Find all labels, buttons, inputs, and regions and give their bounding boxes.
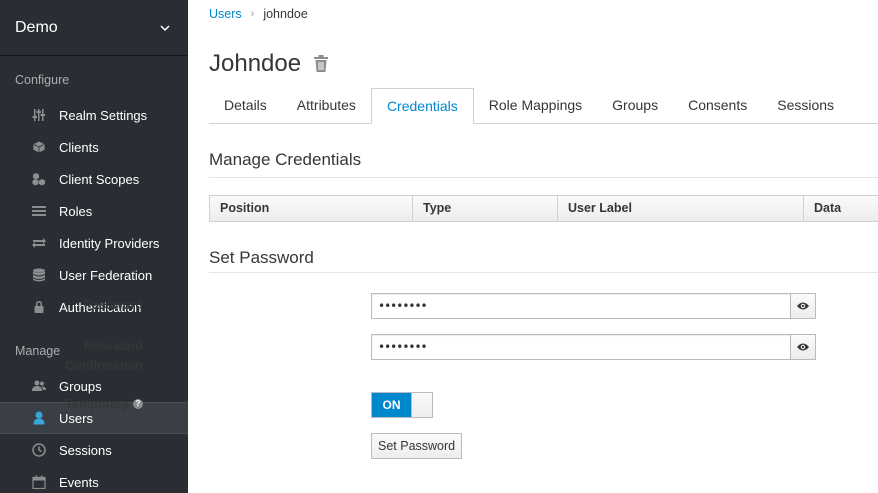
sliders-icon xyxy=(31,108,46,123)
sidebar-item-realm-settings[interactable]: Realm Settings xyxy=(0,99,188,131)
chevron-down-icon xyxy=(160,24,170,31)
column-header-user-label: User Label xyxy=(558,196,804,221)
configure-section-title: Configure xyxy=(15,73,70,87)
sidebar-item-user-federation[interactable]: User Federation xyxy=(0,259,188,291)
sidebar-item-label: Groups xyxy=(59,378,102,394)
realm-name: Demo xyxy=(15,18,58,36)
tab-details[interactable]: Details xyxy=(209,88,282,123)
page-title: Johndoe xyxy=(209,50,302,77)
sidebar-item-identity-providers[interactable]: Identity Providers xyxy=(0,227,188,259)
password-confirmation-input-group xyxy=(371,334,816,360)
breadcrumb-users-link[interactable]: Users xyxy=(209,7,242,21)
tab-attributes[interactable]: Attributes xyxy=(282,88,371,123)
cube-icon xyxy=(31,140,46,155)
tab-role-mappings[interactable]: Role Mappings xyxy=(474,88,597,123)
users-icon xyxy=(31,379,46,394)
sidebar-item-label: Client Scopes xyxy=(59,171,140,187)
sidebar-item-label: Realm Settings xyxy=(59,107,148,123)
breadcrumb-separator-icon: › xyxy=(250,8,255,20)
show-password-confirmation-button[interactable] xyxy=(790,334,816,360)
trash-icon[interactable] xyxy=(313,55,329,73)
tab-credentials[interactable]: Credentials xyxy=(370,88,474,124)
sidebar-item-roles[interactable]: Roles xyxy=(0,195,188,227)
help-icon[interactable]: ? xyxy=(133,399,143,409)
list-icon xyxy=(31,204,46,219)
sidebar-item-events[interactable]: Events xyxy=(0,466,188,493)
sidebar: Demo Configure Realm Settings Clients Cl… xyxy=(0,0,188,493)
main-content: Users › johndoe Johndoe Details Attribut… xyxy=(65,0,878,493)
clock-icon xyxy=(31,443,46,458)
toggle-knob xyxy=(411,393,432,417)
divider xyxy=(209,272,878,273)
label-line-2: Confirmation xyxy=(65,359,143,373)
sidebar-item-client-scopes[interactable]: Client Scopes xyxy=(0,163,188,195)
sidebar-item-label: Sessions xyxy=(59,442,112,458)
password-input-group xyxy=(371,293,816,319)
title-row: Johndoe xyxy=(209,50,329,78)
divider xyxy=(209,177,878,178)
tab-groups[interactable]: Groups xyxy=(597,88,673,123)
sidebar-item-clients[interactable]: Clients xyxy=(0,131,188,163)
realm-selector[interactable]: Demo xyxy=(0,0,188,56)
cubes-icon xyxy=(31,172,46,187)
calendar-icon xyxy=(31,475,46,490)
exchange-icon xyxy=(31,236,46,251)
password-field[interactable] xyxy=(371,293,790,319)
sidebar-item-label: User Federation xyxy=(59,267,153,283)
temporary-label-text: Temporary xyxy=(65,397,129,411)
eye-icon xyxy=(797,343,809,351)
toggle-on-label: ON xyxy=(372,393,411,417)
column-header-type: Type xyxy=(413,196,558,221)
credentials-table-header: Position Type User Label Data xyxy=(209,195,878,222)
sidebar-item-sessions[interactable]: Sessions xyxy=(0,434,188,466)
password-label: Password xyxy=(83,298,143,312)
show-password-button[interactable] xyxy=(790,293,816,319)
column-header-position: Position xyxy=(210,196,413,221)
temporary-toggle[interactable]: ON xyxy=(371,392,433,418)
sidebar-item-label: Clients xyxy=(59,139,99,155)
eye-icon xyxy=(797,302,809,310)
breadcrumb: Users › johndoe xyxy=(209,7,308,21)
tab-sessions[interactable]: Sessions xyxy=(762,88,849,123)
user-tabs: Details Attributes Credentials Role Mapp… xyxy=(209,88,878,124)
sidebar-item-label: Identity Providers xyxy=(59,235,160,251)
password-confirmation-field[interactable] xyxy=(371,334,790,360)
manage-credentials-heading: Manage Credentials xyxy=(209,150,362,169)
tab-consents[interactable]: Consents xyxy=(673,88,762,123)
set-password-button[interactable]: Set Password xyxy=(371,433,463,459)
sidebar-item-label: Roles xyxy=(59,203,93,219)
temporary-label: Temporary ? xyxy=(3,394,143,414)
configure-nav: Realm Settings Clients Client Scopes Rol… xyxy=(0,99,188,323)
sidebar-item-label: Events xyxy=(59,474,99,490)
manage-nav: Groups Users Sessions Events xyxy=(0,370,188,493)
column-header-data: Data xyxy=(814,201,842,215)
set-password-heading: Set Password xyxy=(209,248,314,267)
database-icon xyxy=(31,268,46,283)
breadcrumb-current: johndoe xyxy=(263,7,308,21)
password-confirmation-label: Password Confirmation xyxy=(23,336,143,376)
label-line-1: Password xyxy=(83,339,143,353)
